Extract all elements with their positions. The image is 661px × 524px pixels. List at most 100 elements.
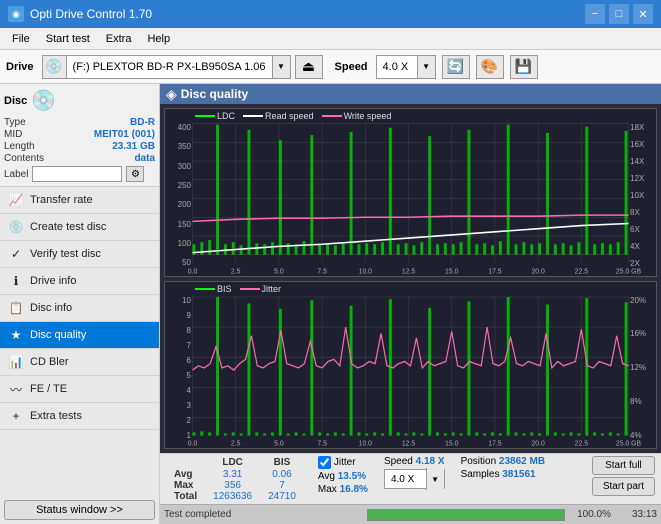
speed-dropdown-arrow[interactable]: ▼ — [417, 56, 435, 78]
stats-row-avg: Avg 3.31 0.06 — [166, 469, 304, 480]
nav-item-drive-info[interactable]: ℹ Drive info — [0, 268, 159, 295]
y-label-200: 200 — [165, 200, 193, 209]
write-speed-color — [322, 115, 342, 117]
nav-item-cd-bler[interactable]: 📊 CD Bler — [0, 349, 159, 376]
disc-mid-label: MID — [4, 129, 22, 140]
disc-label-label: Label — [4, 169, 28, 180]
y-label-9: 9 — [165, 311, 193, 320]
svg-text:5.0: 5.0 — [274, 267, 284, 275]
action-buttons: Start full Start part — [592, 456, 655, 496]
chart-title: Disc quality — [181, 87, 248, 101]
start-part-button[interactable]: Start part — [592, 477, 655, 496]
disc-label-input[interactable] — [32, 166, 122, 182]
drive-dropdown-arrow[interactable]: ▼ — [272, 56, 290, 78]
speed-stat-dropdown-arrow[interactable]: ▼ — [426, 468, 444, 490]
nav-item-transfer-rate[interactable]: 📈 Transfer rate — [0, 187, 159, 214]
nav-item-fe-te[interactable]: 〰 FE / TE — [0, 376, 159, 403]
nav-label-transfer-rate: Transfer rate — [30, 194, 93, 206]
jitter-max-value: 16.8% — [340, 484, 368, 495]
y-label-100: 100 — [165, 239, 193, 248]
create-test-icon: 💿 — [8, 219, 24, 235]
nav-items: 📈 Transfer rate 💿 Create test disc ✓ Ver… — [0, 187, 159, 496]
samples-row: Samples 381561 — [461, 469, 546, 480]
position-label: Position — [461, 456, 499, 467]
maximize-button[interactable]: □ — [609, 4, 629, 24]
status-window-button[interactable]: Status window >> — [4, 500, 155, 520]
jitter-avg-value: 13.5% — [338, 471, 366, 482]
jitter-max-row: Max 16.8% — [318, 484, 368, 495]
jitter-avg-label: Avg — [318, 471, 338, 482]
minimize-button[interactable]: − — [585, 4, 605, 24]
titlebar-left: ◉ Opti Drive Control 1.70 — [8, 6, 152, 22]
jitter-checkbox[interactable] — [318, 456, 331, 469]
svg-text:20.0: 20.0 — [531, 267, 544, 275]
svg-text:12.5: 12.5 — [402, 437, 415, 446]
drive-value: (F:) PLEXTOR BD-R PX-LB950SA 1.06 — [67, 61, 272, 73]
speed-selector[interactable]: 4.0 X ▼ — [376, 55, 436, 79]
top-chart-svg: 0.0 2.5 5.0 7.5 10.0 12.5 15.0 17.5 20.0… — [165, 109, 656, 276]
disc-contents-value: data — [134, 153, 155, 164]
sidebar: Disc 💿 Type BD-R MID MEIT01 (001) Length… — [0, 84, 160, 524]
start-full-button[interactable]: Start full — [592, 456, 655, 475]
jitter-section: Jitter Avg 13.5% Max 16.8% — [318, 456, 368, 495]
chart-header-icon: ◈ — [166, 86, 177, 103]
stats-row-max: Max 356 7 — [166, 480, 304, 491]
disc-label-button[interactable]: ⚙ — [126, 166, 144, 182]
save-button[interactable]: 💾 — [510, 55, 538, 79]
speed-row: Speed 4.18 X — [384, 456, 445, 467]
stats-total-label: Total — [166, 491, 205, 502]
samples-label: Samples — [461, 469, 503, 480]
disc-info-icon: 📋 — [8, 300, 24, 316]
menu-extra[interactable]: Extra — [98, 31, 140, 47]
drive-icon: 💿 — [43, 56, 67, 78]
y-label-6: 6 — [165, 356, 193, 365]
titlebar: ◉ Opti Drive Control 1.70 − □ ✕ — [0, 0, 661, 28]
status-text: Test completed — [164, 509, 361, 520]
nav-item-extra-tests[interactable]: + Extra tests — [0, 403, 159, 430]
y-label-right-12p: 12% — [628, 363, 656, 372]
speed-stat-label: Speed — [384, 456, 416, 467]
speed-stat-selector[interactable]: 4.0 X ▼ — [384, 469, 445, 489]
stats-avg-bis: 0.06 — [260, 469, 304, 480]
y-label-right-8p: 8% — [628, 397, 656, 406]
svg-text:17.5: 17.5 — [488, 437, 501, 446]
menu-start-test[interactable]: Start test — [38, 31, 98, 47]
jitter-checkbox-row: Jitter — [318, 456, 368, 469]
nav-item-disc-quality[interactable]: ★ Disc quality — [0, 322, 159, 349]
svg-text:22.5: 22.5 — [575, 267, 588, 275]
y-label-right-2x: 2X — [628, 259, 656, 268]
jitter-max-label: Max — [318, 484, 340, 495]
y-label-8: 8 — [165, 326, 193, 335]
jitter-label: Jitter — [334, 457, 356, 468]
menu-file[interactable]: File — [4, 31, 38, 47]
menu-help[interactable]: Help — [139, 31, 178, 47]
y-label-right-4x: 4X — [628, 242, 656, 251]
speed-label: Speed — [335, 61, 368, 73]
svg-text:17.5: 17.5 — [488, 267, 501, 275]
legend-read-speed-label: Read speed — [265, 111, 314, 121]
theme-button[interactable]: 🎨 — [476, 55, 504, 79]
nav-item-verify-disc[interactable]: ✓ Verify test disc — [0, 241, 159, 268]
col-header-bis: BIS — [260, 456, 304, 469]
speed-stat-select-value: 4.0 X — [385, 474, 426, 485]
eject-button[interactable]: ⏏ — [295, 55, 323, 79]
stats-total-ldc: 1263636 — [205, 491, 260, 502]
close-button[interactable]: ✕ — [633, 4, 653, 24]
bottom-chart-legend: BIS Jitter — [195, 284, 281, 294]
bottom-chart-y-axis-left: 10 9 8 7 6 5 4 3 2 1 — [165, 282, 193, 449]
svg-text:15.0: 15.0 — [445, 267, 458, 275]
stats-total-bis: 24710 — [260, 491, 304, 502]
disc-quality-icon: ★ — [8, 327, 24, 343]
svg-text:2.5: 2.5 — [231, 267, 241, 275]
drive-selector[interactable]: 💿 (F:) PLEXTOR BD-R PX-LB950SA 1.06 ▼ — [42, 55, 291, 79]
y-label-3: 3 — [165, 401, 193, 410]
disc-type-label: Type — [4, 117, 26, 128]
nav-item-create-test[interactable]: 💿 Create test disc — [0, 214, 159, 241]
read-speed-color — [243, 115, 263, 117]
stats-panel: LDC BIS Avg 3.31 0.06 Max 356 7 Total 12… — [160, 453, 661, 504]
drive-label: Drive — [6, 61, 34, 73]
nav-item-disc-info[interactable]: 📋 Disc info — [0, 295, 159, 322]
y-label-right-12x: 12X — [628, 174, 656, 183]
refresh-button[interactable]: 🔄 — [442, 55, 470, 79]
progress-time: 33:13 — [617, 509, 657, 520]
